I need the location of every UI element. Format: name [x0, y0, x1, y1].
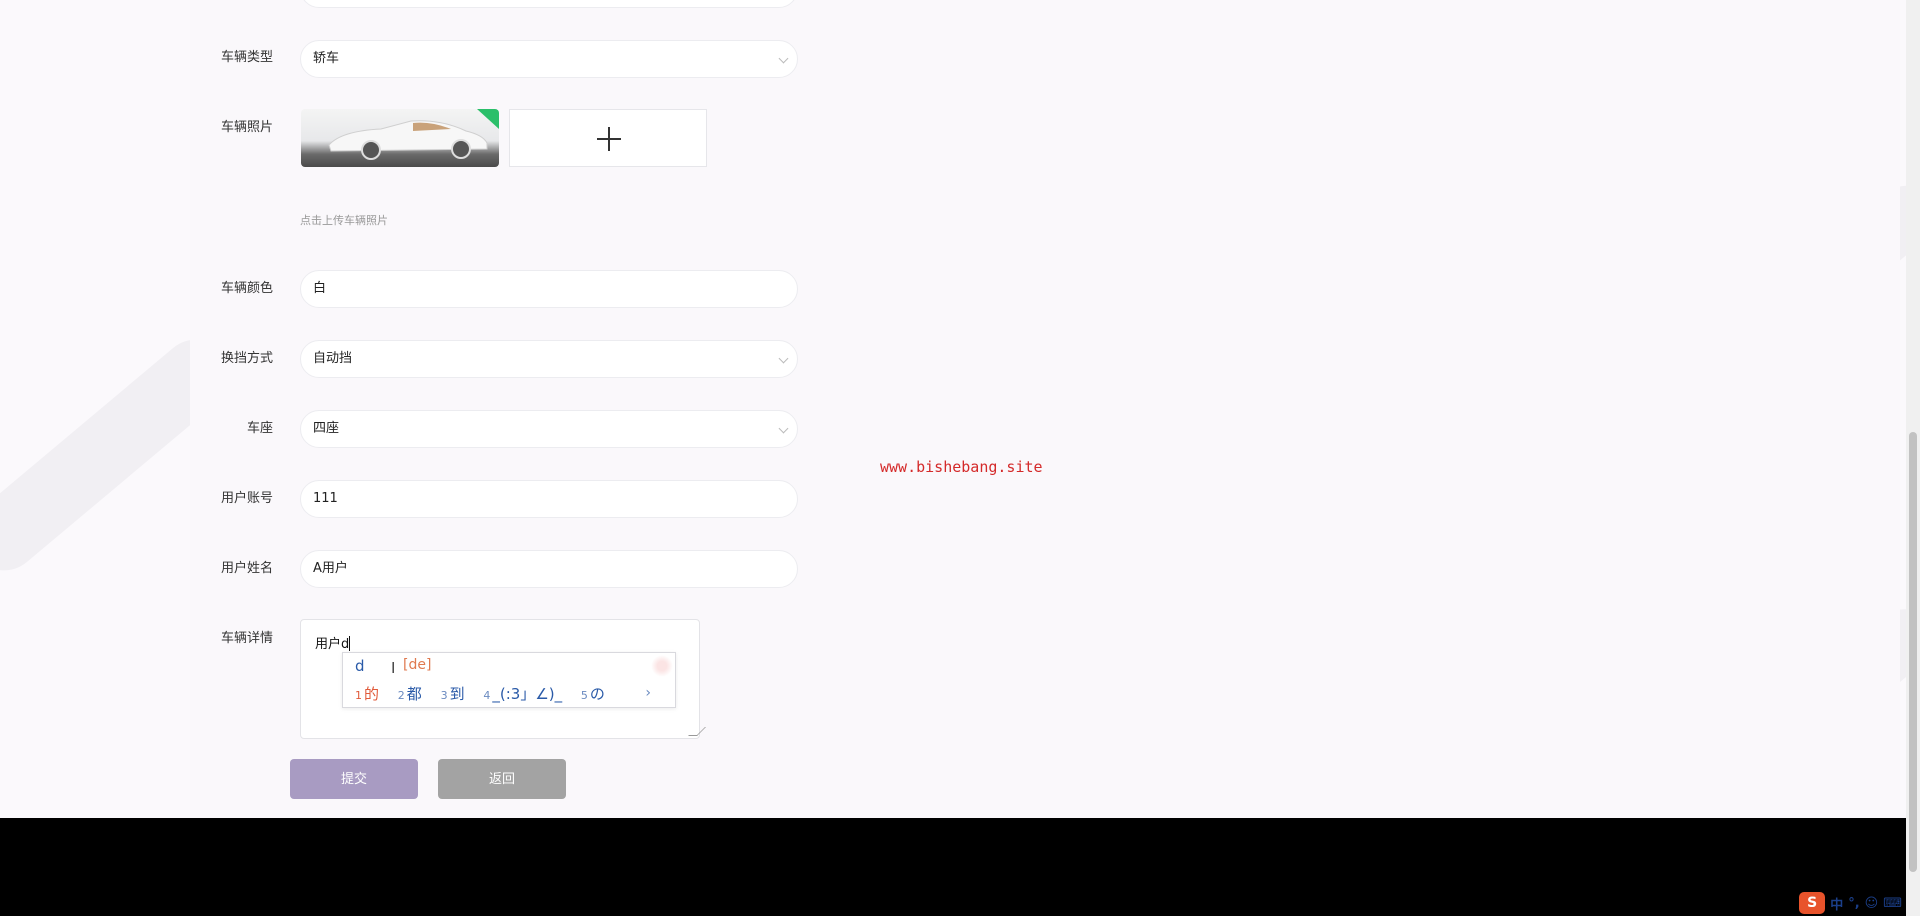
user-account-input[interactable]: 111: [300, 480, 798, 518]
transmission-label: 换挡方式: [220, 351, 273, 366]
vehicle-details-label: 车辆详情: [220, 631, 273, 646]
ime-candidate[interactable]: 的: [364, 685, 379, 703]
candidate-number: 2: [397, 689, 405, 702]
photo-upload-button[interactable]: [509, 109, 707, 167]
chevron-down-icon: [778, 53, 789, 64]
candidate-number: 4: [483, 689, 491, 702]
photo-upload-hint: 点击上传车辆照片: [300, 214, 388, 227]
watermark-text: www.bishebang.site: [880, 458, 1043, 476]
seats-select[interactable]: 四座: [300, 410, 798, 448]
candidate-number: 5: [580, 689, 588, 702]
vehicle-type-label: 车辆类型: [220, 50, 273, 65]
vehicle-type-value: 轿车: [313, 51, 340, 66]
text-cursor-icon: I: [391, 659, 396, 677]
user-name-value: A用户: [313, 561, 348, 576]
transmission-select[interactable]: 自动挡: [300, 340, 798, 378]
ime-language-toggle[interactable]: 中: [1830, 894, 1843, 913]
back-button[interactable]: 返回: [438, 759, 566, 799]
user-account-value: 111: [313, 491, 338, 506]
scrollbar-thumb[interactable]: [1909, 432, 1917, 872]
page-scrollbar[interactable]: [1906, 0, 1920, 916]
seats-value: 四座: [313, 421, 340, 436]
vehicle-type-select[interactable]: 轿车: [300, 40, 798, 78]
plus-icon-vertical: [608, 127, 610, 151]
ime-punctuation-toggle[interactable]: °,: [1848, 896, 1859, 911]
taskbar: S 中 °, ☺ ⌨: [0, 818, 1906, 916]
ime-candidate[interactable]: 到: [450, 685, 465, 703]
ime-next-page-icon[interactable]: ›: [645, 685, 651, 701]
chevron-down-icon: [778, 353, 789, 364]
vehicle-color-input[interactable]: 白: [300, 270, 798, 308]
candidate-number: 3: [440, 689, 448, 702]
candidate-number: 1: [355, 689, 362, 702]
ime-candidate-popup: d I [de] 1的 2都 3到 4 _(:3」∠)_ 5の ›: [342, 652, 676, 708]
submit-button[interactable]: 提交: [290, 759, 418, 799]
vehicle-color-value: 白: [313, 281, 327, 296]
ime-candidate[interactable]: 都: [407, 685, 422, 703]
car-image: [328, 109, 499, 160]
ime-toolbar: S 中 °, ☺ ⌨: [1799, 892, 1902, 914]
ime-candidate[interactable]: の: [590, 685, 605, 703]
keyboard-icon[interactable]: ⌨: [1883, 896, 1902, 911]
vehicle-color-label: 车辆颜色: [220, 281, 273, 296]
ime-candidates: 1的 2都 3到 4 _(:3」∠)_ 5の: [355, 683, 619, 704]
user-name-input[interactable]: A用户: [300, 550, 798, 588]
vehicle-photo-thumbnail[interactable]: [301, 109, 499, 167]
emoji-icon[interactable]: ☺: [1865, 896, 1879, 911]
chevron-down-icon: [778, 423, 789, 434]
vehicle-photo-label: 车辆照片: [220, 120, 273, 135]
ime-candidate[interactable]: _(:3」∠)_: [492, 685, 562, 703]
vehicle-details-text-wrapper: 用户d: [315, 633, 351, 652]
transmission-value: 自动挡: [313, 351, 353, 366]
user-account-label: 用户账号: [220, 491, 273, 506]
sogou-ime-logo-icon[interactable]: S: [1799, 892, 1826, 914]
previous-field[interactable]: [300, 0, 798, 8]
ime-pinyin: [de]: [403, 657, 432, 673]
text-caret: [349, 636, 351, 651]
vehicle-details-value: 用户d: [315, 637, 350, 652]
ime-composition: d: [355, 657, 365, 675]
user-name-label: 用户姓名: [220, 561, 273, 576]
seats-label: 车座: [246, 421, 273, 436]
ime-skin-decoration: [651, 655, 673, 677]
